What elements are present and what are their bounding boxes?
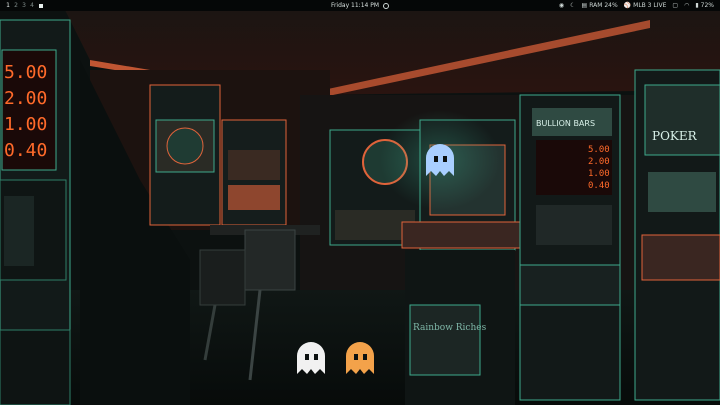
memory-icon: ▤	[581, 2, 588, 9]
battery-icon: ▮	[695, 2, 699, 9]
wifi-icon[interactable]: ◠	[684, 0, 689, 11]
clock-text: Friday 11:14 PM	[330, 2, 380, 9]
left-display-1: 5.00	[4, 62, 47, 83]
system-tray: ◉ ☾ ▤ RAM 24% ⚾ MLB 3 LIVE ▢ ◠ ▮ 72%	[559, 0, 714, 11]
box-icon[interactable]: ▢	[672, 0, 678, 11]
memory-indicator[interactable]: ▤ RAM 24%	[582, 0, 618, 11]
bullion-display-3: 1.00	[588, 169, 610, 179]
reddit-icon[interactable]: ◉	[559, 0, 564, 11]
top-status-bar: 1234 Friday 11:14 PM ◉ ☾ ▤ RAM 24% ⚾ MLB…	[0, 0, 720, 11]
bullion-display-4: 0.40	[588, 181, 610, 191]
poker-title: POKER	[652, 129, 698, 143]
game-text: MLB 3 LIVE	[633, 2, 667, 9]
memory-text: RAM 24%	[589, 2, 618, 9]
baseball-icon: ⚾	[623, 2, 632, 9]
game-indicator[interactable]: ⚾ MLB 3 LIVE	[624, 0, 667, 11]
bullion-bars-title: BULLION BARS	[536, 119, 595, 128]
bullion-display-2: 2.00	[588, 157, 610, 167]
white-ghost-icon[interactable]	[293, 340, 329, 376]
circle-icon	[383, 2, 390, 9]
left-display-4: 0.40	[4, 140, 47, 161]
bullion-display-1: 5.00	[588, 145, 610, 155]
battery-text: 72%	[700, 2, 714, 9]
left-display-3: 1.00	[4, 114, 47, 135]
rainbow-riches-title: Rainbow Riches	[413, 323, 487, 333]
moon-icon[interactable]: ☾	[570, 0, 575, 11]
left-display-2: 2.00	[4, 88, 47, 109]
blue-ghost-icon[interactable]	[422, 142, 458, 178]
orange-ghost-icon[interactable]	[342, 340, 378, 376]
battery-indicator[interactable]: ▮ 72%	[695, 0, 714, 11]
